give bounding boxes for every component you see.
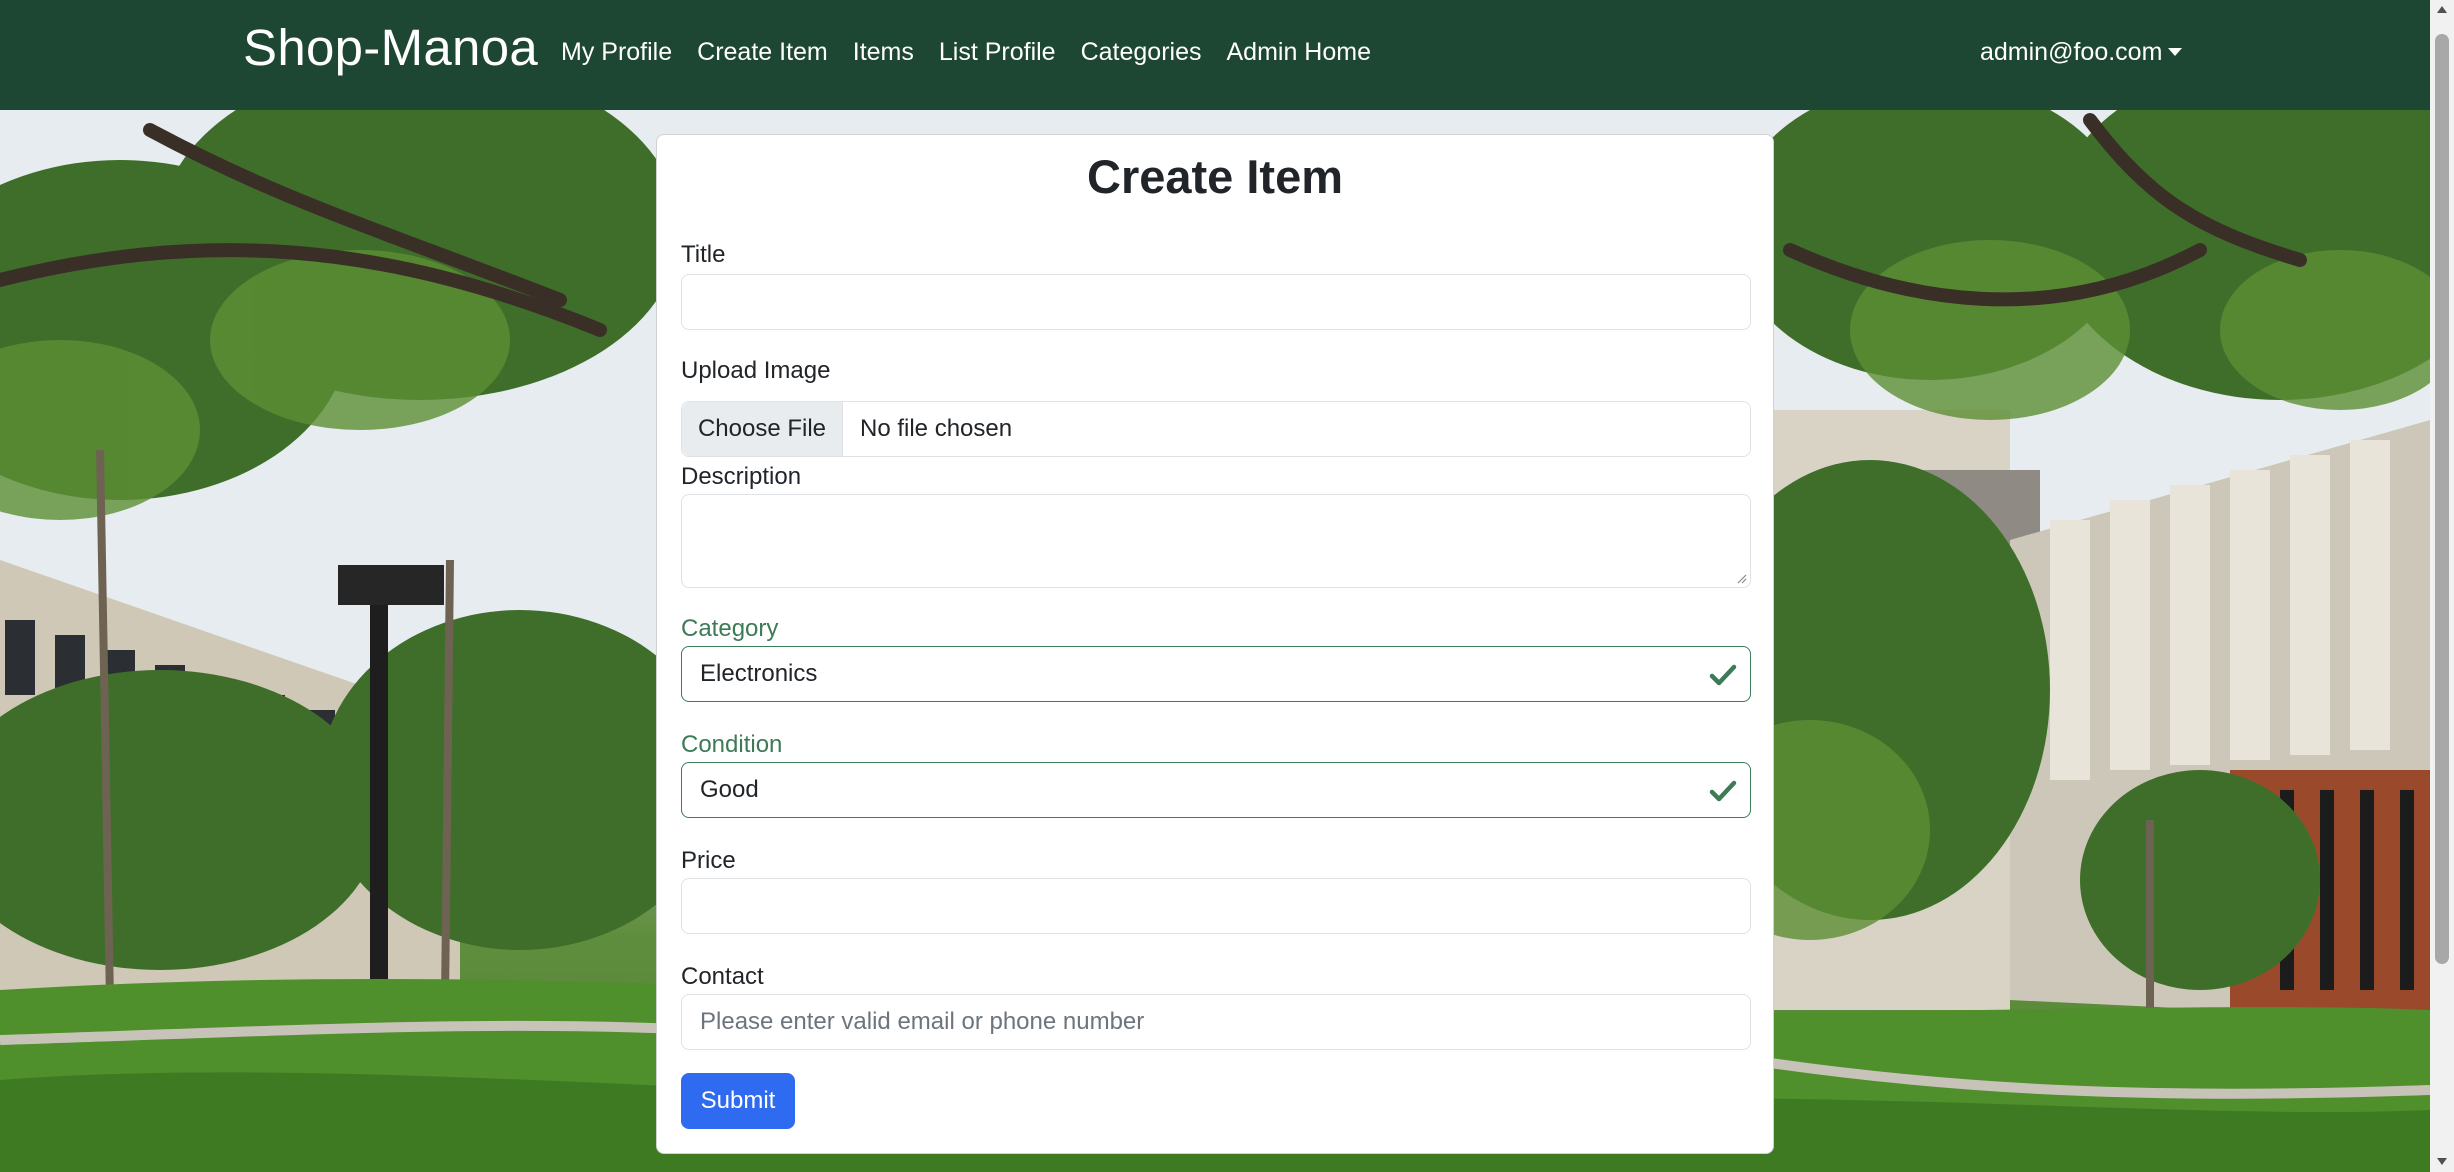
price-label: Price [681, 847, 736, 874]
nav-items[interactable]: Items [853, 38, 914, 67]
contact-label: Contact [681, 963, 764, 990]
upload-image-input[interactable]: Choose File No file chosen [681, 401, 1751, 457]
nav-my-profile[interactable]: My Profile [561, 38, 672, 67]
description-textarea[interactable] [681, 494, 1751, 588]
choose-file-button[interactable]: Choose File [682, 402, 843, 456]
title-input[interactable] [681, 274, 1751, 330]
resize-grip-icon[interactable] [1737, 574, 1747, 584]
contact-placeholder: Please enter valid email or phone number [700, 1008, 1145, 1035]
create-item-card: Create Item Title Upload Image Choose Fi… [656, 134, 1774, 1154]
condition-label: Condition [681, 731, 783, 758]
user-email: admin@foo.com [1980, 38, 2163, 66]
scroll-down-arrow-icon[interactable] [2437, 1158, 2447, 1165]
condition-value: Good [700, 776, 759, 803]
title-label: Title [681, 241, 726, 268]
page-scrollbar[interactable] [2430, 0, 2454, 1172]
check-icon [1709, 780, 1737, 802]
caret-down-icon [2168, 48, 2183, 56]
nav-admin-home[interactable]: Admin Home [1227, 38, 1372, 67]
submit-button[interactable]: Submit [681, 1073, 795, 1129]
upload-image-label: Upload Image [681, 357, 831, 384]
scroll-up-arrow-icon[interactable] [2437, 6, 2447, 13]
category-value: Electronics [700, 660, 818, 687]
nav-list-profile[interactable]: List Profile [939, 38, 1056, 67]
scrollbar-thumb[interactable] [2435, 34, 2449, 964]
contact-input[interactable]: Please enter valid email or phone number [681, 994, 1751, 1050]
description-label: Description [681, 463, 802, 490]
nav-create-item[interactable]: Create Item [697, 38, 828, 67]
file-status: No file chosen [860, 415, 1013, 442]
price-input[interactable] [681, 878, 1751, 934]
brand-logo[interactable]: Shop-Manoa [243, 18, 538, 77]
nav-links: My Profile Create Item Items List Profil… [561, 38, 1396, 67]
nav-categories[interactable]: Categories [1081, 38, 1202, 67]
check-icon [1709, 664, 1737, 686]
category-label: Category [681, 615, 779, 642]
user-dropdown[interactable]: admin@foo.com [1980, 38, 2183, 67]
condition-select[interactable]: Good [681, 762, 1751, 818]
navbar: Shop-Manoa My Profile Create Item Items … [0, 0, 2430, 110]
category-select[interactable]: Electronics [681, 646, 1751, 702]
page-title: Create Item [1087, 150, 1343, 203]
